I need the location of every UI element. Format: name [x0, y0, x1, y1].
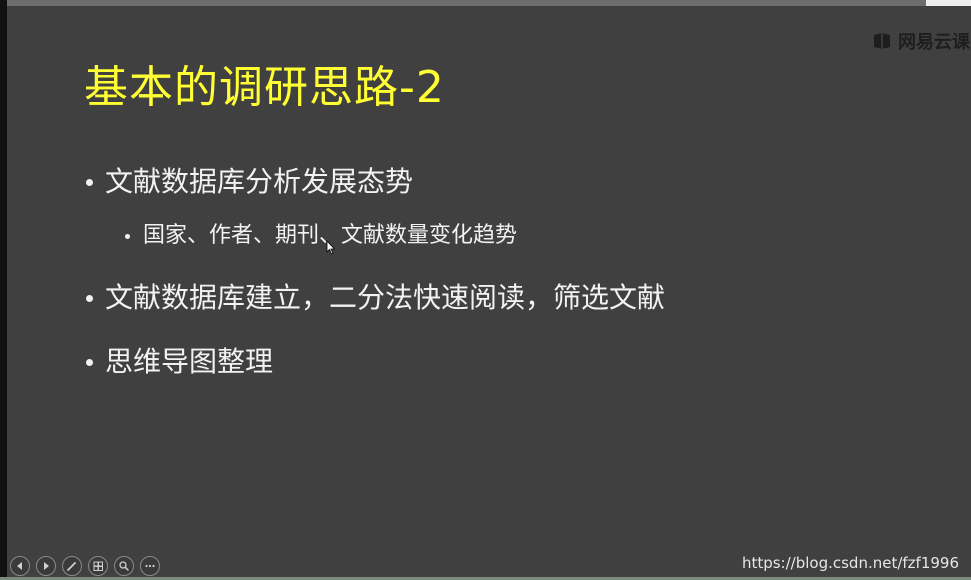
source-url-watermark: https://blog.csdn.net/fzf1996 — [741, 554, 959, 572]
netease-cloud-class-logo-icon — [874, 33, 890, 49]
bullet-item: 文献数据库建立，二分法快速阅读，筛选文献 — [86, 278, 665, 318]
zoom-button[interactable] — [114, 556, 134, 576]
pen-tool-button[interactable] — [62, 556, 82, 576]
bullet-item: 文献数据库分析发展态势 — [86, 162, 413, 202]
window-left-edge — [0, 0, 7, 580]
sub-bullet-dot — [125, 233, 130, 239]
bullet-dot — [86, 294, 93, 302]
window-top-corner — [926, 0, 971, 6]
arrow-right-icon — [44, 562, 49, 570]
bullet-text: 思维导图整理 — [105, 345, 274, 378]
next-slide-button[interactable] — [36, 556, 56, 576]
magnifier-icon — [119, 561, 129, 571]
watermark-text: 网易云课 — [898, 32, 970, 53]
window-top-strip — [0, 0, 971, 6]
slides-overview-button[interactable] — [88, 556, 108, 576]
sub-bullet-item: 国家、作者、期刊、文献数量变化趋势 — [125, 220, 517, 252]
bullet-text: 文献数据库分析发展态势 — [105, 165, 414, 198]
arrow-left-icon — [17, 562, 22, 570]
slide-title: 基本的调研思路-2 — [84, 62, 445, 113]
slides-icon — [93, 561, 103, 571]
more-options-button[interactable] — [140, 556, 160, 576]
mouse-cursor-icon — [326, 240, 336, 255]
pen-icon — [67, 562, 76, 571]
slide-canvas: 网易云课 基本的调研思路-2 文献数据库分析发展态势 国家、作者、期刊、文献数量… — [0, 0, 971, 580]
bullet-dot — [86, 178, 93, 186]
presentation-controls — [10, 556, 160, 576]
bullet-item: 思维导图整理 — [86, 342, 273, 382]
ellipsis-icon — [145, 564, 155, 568]
previous-slide-button[interactable] — [10, 556, 30, 576]
bullet-dot — [86, 358, 93, 366]
watermark: 网易云课 — [872, 28, 971, 54]
bullet-text: 文献数据库建立，二分法快速阅读，筛选文献 — [105, 281, 666, 314]
